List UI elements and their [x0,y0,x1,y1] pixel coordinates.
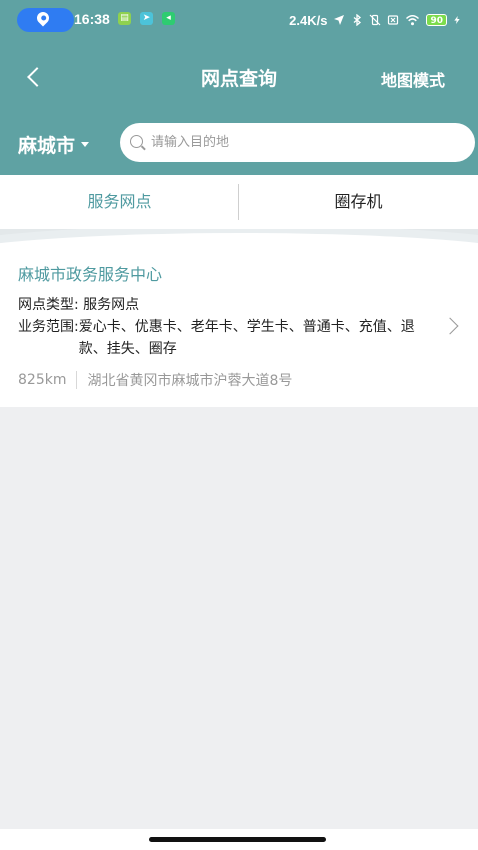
outlet-meta: 825km 湖北省黄冈市麻城市沪蓉大道8号 [18,370,292,390]
city-name: 麻城市 [18,135,76,157]
city-search-bar: 麻城市 [0,118,478,168]
wechat-icon: ◂ [162,12,175,25]
status-bar: 16:38 ▤ ➤ ◂ 2.4K/s 90 [0,0,478,40]
location-pill [17,8,74,32]
outlet-address: 湖北省黄冈市麻城市沪蓉大道8号 [87,373,293,389]
tab-bar: 服务网点 圈存机 [0,175,478,229]
header: 16:38 ▤ ➤ ◂ 2.4K/s 90 网点查询 地图模式 麻城市 [0,0,478,175]
outlet-scope-row: 业务范围: 爱心卡、优惠卡、老年卡、学生卡、普通卡、充值、退款、挂失、圈存 [18,316,418,360]
search-icon [130,135,143,148]
no-sim-icon [388,15,399,25]
caret-down-icon [81,142,90,147]
network-speed: 2.4K/s [289,12,328,28]
outlet-card[interactable]: 麻城市政务服务中心 网点类型: 服务网点 业务范围: 爱心卡、优惠卡、老年卡、学… [0,229,478,407]
map-mode-button[interactable]: 地图模式 [381,67,445,91]
tab-service-outlets[interactable]: 服务网点 [0,175,239,229]
search-input[interactable] [151,132,451,152]
location-pin-icon [34,9,52,27]
outlet-name: 麻城市政务服务中心 [18,265,163,284]
outlet-distance: 825km [18,372,67,388]
status-right: 2.4K/s 90 [289,10,461,30]
app-notification-icon: ▤ [118,12,131,25]
home-indicator[interactable] [149,837,326,842]
telegram-icon: ➤ [140,12,153,25]
outlet-scope-value: 爱心卡、优惠卡、老年卡、学生卡、普通卡、充值、退款、挂失、圈存 [78,319,415,357]
search-box[interactable] [120,123,475,162]
outlet-type-value: 服务网点 [83,297,140,313]
bluetooth-icon [354,14,362,26]
city-selector[interactable]: 麻城市 [18,131,90,158]
nav-bar: 网点查询 地图模式 [0,52,478,102]
tab-load-machines[interactable]: 圈存机 [239,175,478,229]
outlet-type-label: 网点类型: [18,297,79,313]
charging-icon [454,16,460,24]
outlet-type-row: 网点类型: 服务网点 [18,294,139,314]
status-time: 16:38 [74,11,110,27]
chevron-right-icon[interactable] [441,317,459,335]
location-arrow-icon [334,15,345,25]
bottom-bar [0,829,478,850]
battery-indicator: 90 [426,14,447,26]
meta-divider [76,371,78,389]
vibrate-off-icon [370,14,381,26]
outlet-scope-label: 业务范围: [18,319,79,335]
wifi-icon [406,15,420,26]
